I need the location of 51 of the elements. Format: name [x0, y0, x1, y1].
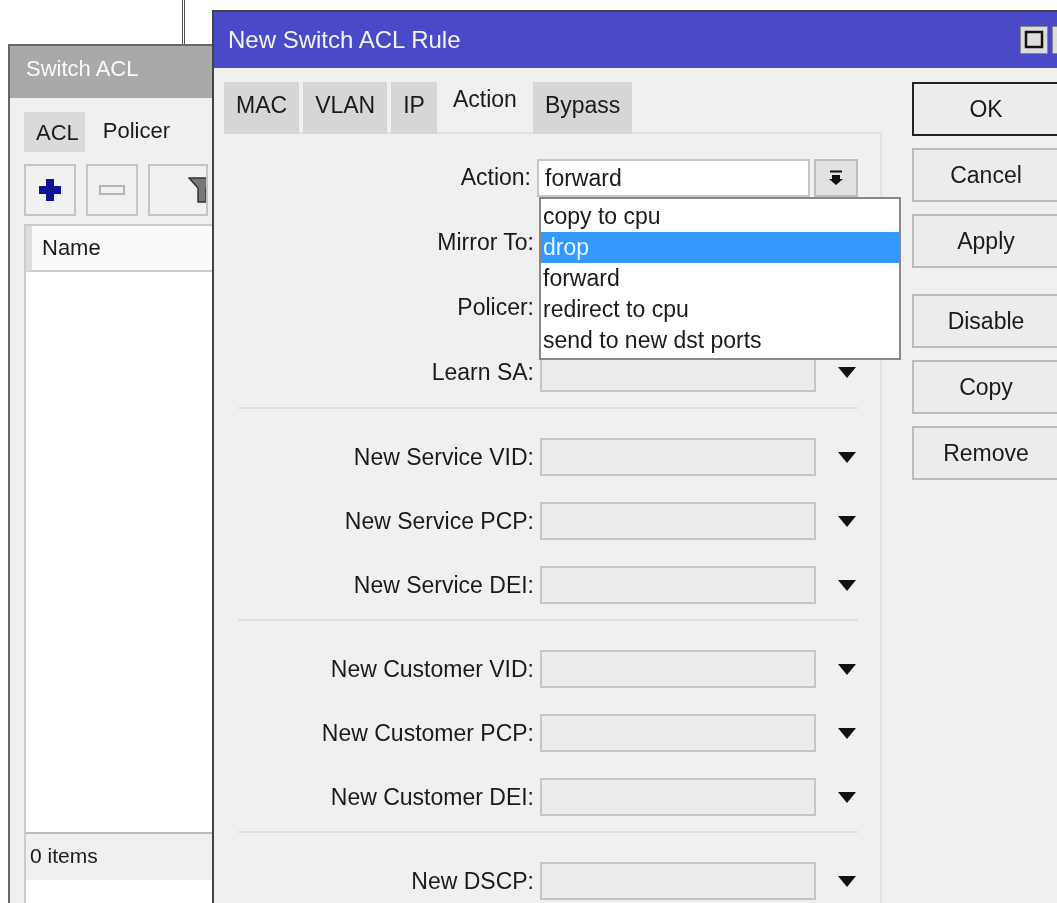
dialog-button[interactable]: Remove — [912, 426, 1057, 480]
dropdown-option[interactable]: redirect to cpu — [541, 294, 899, 325]
field-label: Action: — [459, 164, 532, 191]
caret-down-icon[interactable] — [838, 579, 856, 591]
field-label: New DSCP: — [410, 867, 535, 895]
tab[interactable]: VLAN — [303, 82, 388, 134]
input-field[interactable] — [540, 778, 816, 816]
caret-down-icon[interactable] — [838, 727, 856, 739]
dropdown-button[interactable] — [814, 158, 858, 197]
select-field[interactable]: forward — [537, 158, 811, 197]
tab[interactable]: Bypass — [532, 82, 633, 134]
field-label: Mirror To: — [436, 229, 535, 256]
caret-down-icon[interactable] — [838, 663, 856, 675]
minus-icon — [99, 184, 125, 196]
field-label: Learn SA: — [430, 359, 535, 386]
add-button[interactable] — [24, 164, 76, 216]
input-field[interactable] — [540, 862, 816, 900]
input-field[interactable] — [540, 566, 816, 604]
input-field[interactable] — [540, 650, 816, 688]
plus-icon — [37, 177, 63, 203]
caret-down-icon[interactable] — [838, 791, 856, 803]
tab[interactable]: IP — [391, 82, 437, 134]
filter-button[interactable] — [148, 164, 208, 216]
dialog-button[interactable]: Copy — [912, 360, 1057, 414]
input-field[interactable] — [540, 714, 816, 752]
field-label: New Service DEI: — [352, 571, 535, 599]
tab[interactable]: ACL — [24, 112, 85, 152]
dialog-button[interactable]: OK — [912, 82, 1057, 136]
dropdown-option[interactable]: send to new dst ports — [541, 325, 899, 356]
dropdown-option[interactable]: copy to cpu — [541, 201, 899, 232]
arrow-down-bar-icon — [829, 169, 844, 186]
field-label: New Service VID: — [352, 443, 535, 471]
field-label: New Customer VID: — [329, 655, 535, 683]
input-field[interactable] — [540, 438, 816, 476]
field-label: New Service PCP: — [343, 507, 535, 535]
caret-down-icon[interactable] — [838, 367, 856, 378]
field-label: New Customer DEI: — [329, 783, 535, 811]
caret-down-icon[interactable] — [838, 451, 856, 463]
tab[interactable]: MAC — [224, 82, 300, 134]
maximize-icon[interactable] — [1020, 26, 1048, 54]
dialog-button[interactable]: Cancel — [912, 148, 1057, 202]
caret-down-icon[interactable] — [838, 875, 856, 887]
filter-icon — [188, 176, 206, 204]
dialog-button[interactable]: Disable — [912, 294, 1057, 348]
caret-down-icon[interactable] — [838, 515, 856, 527]
field-label: New Customer PCP: — [320, 719, 535, 747]
field-label: Policer: — [456, 294, 535, 321]
input-field[interactable] — [540, 502, 816, 540]
window-title: New Switch ACL Rule — [228, 26, 461, 54]
dialog-button[interactable]: Apply — [912, 214, 1057, 268]
dropdown-option[interactable]: forward — [541, 263, 899, 294]
